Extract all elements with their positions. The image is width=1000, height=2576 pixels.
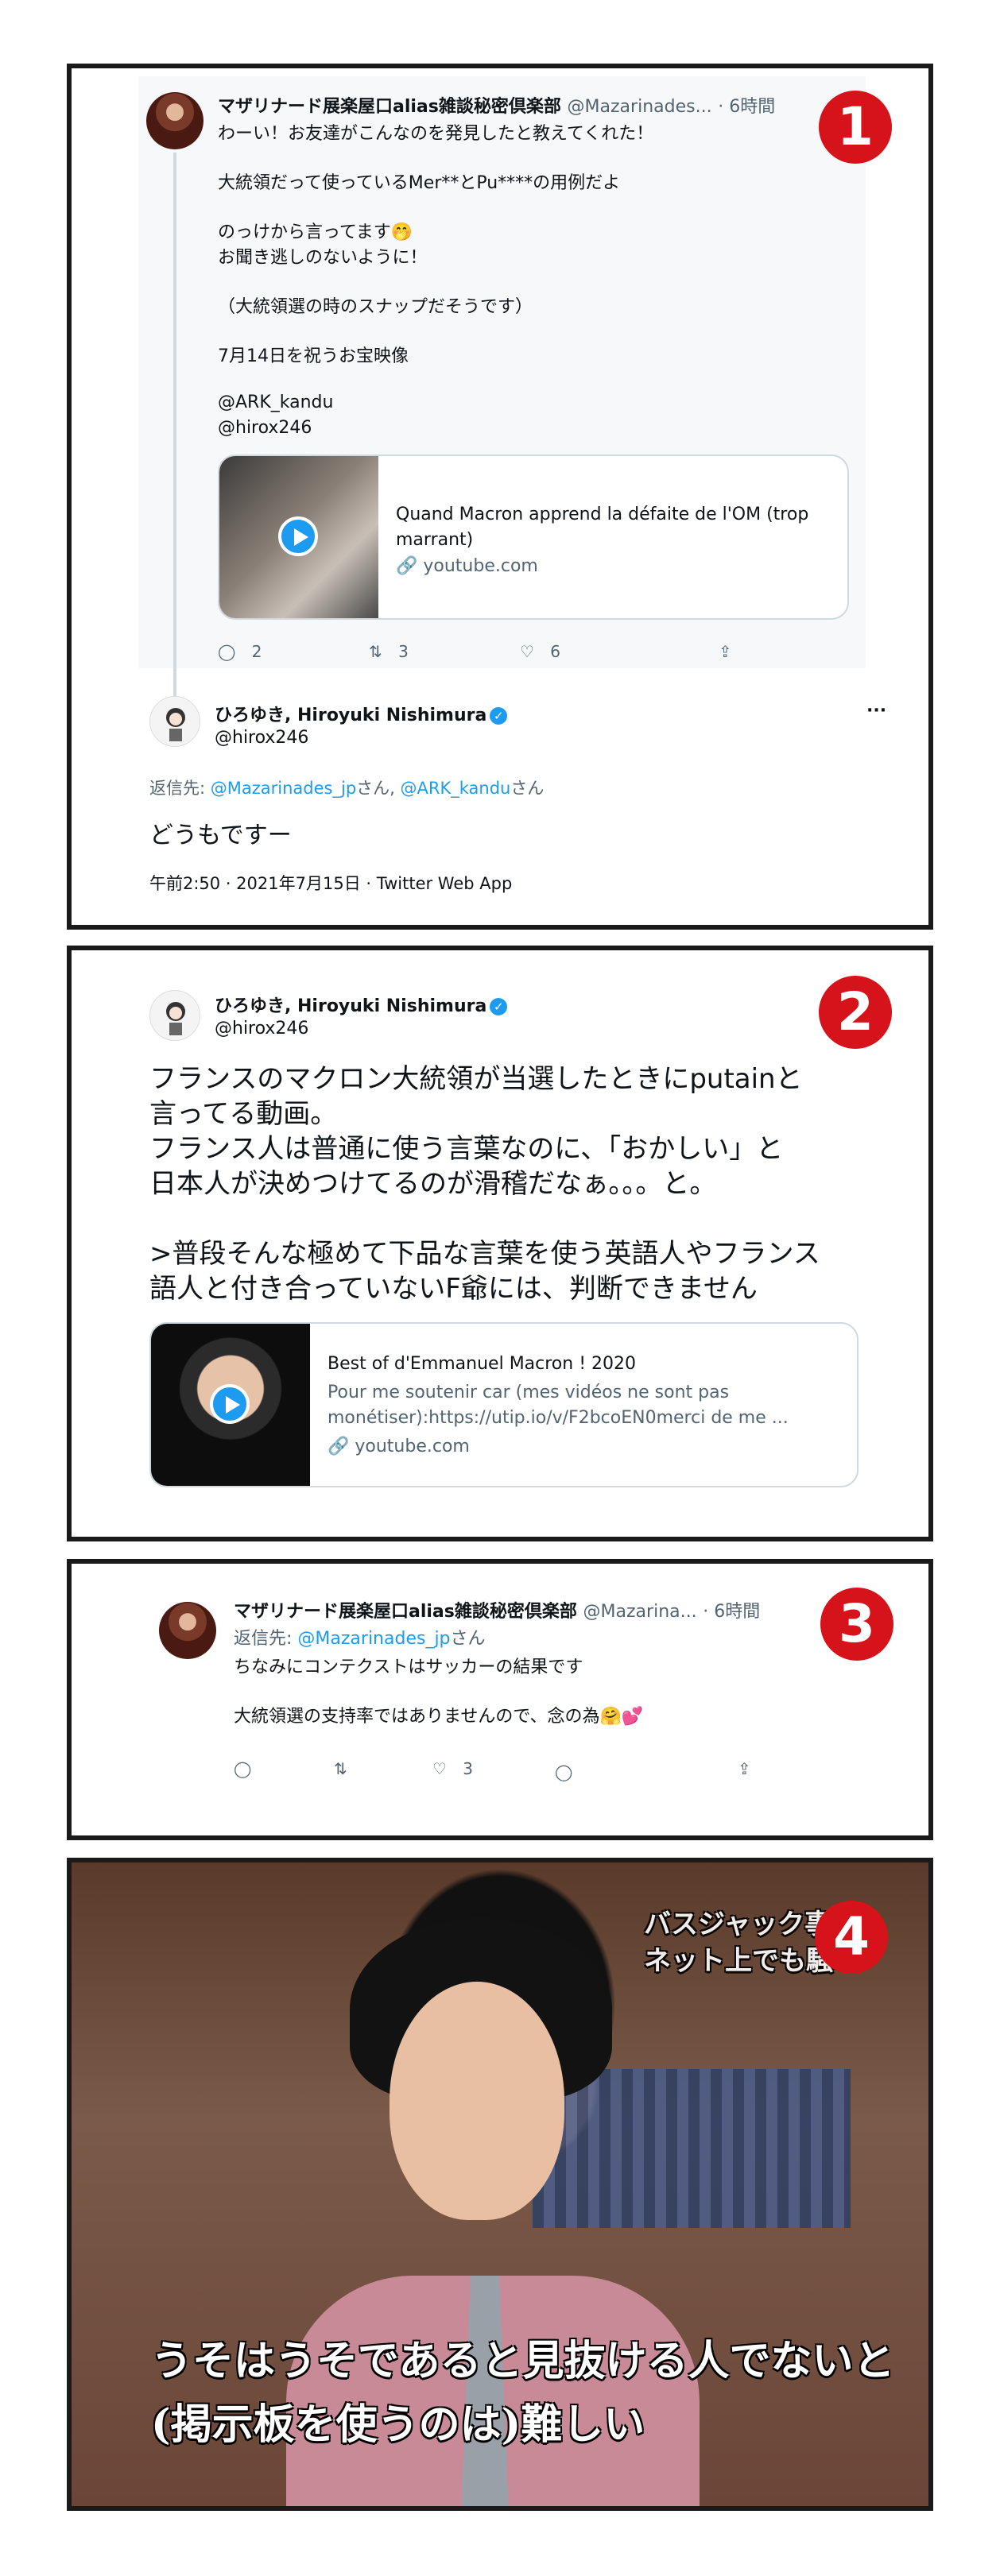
share-button[interactable]: ⇪ — [719, 642, 732, 661]
reply-icon: ◯ — [218, 642, 236, 661]
verified-badge-icon: ✓ — [490, 707, 508, 725]
author-name[interactable]: マザリナード展楽屋口alias雑談秘密倶楽部 @Mazarina... · 6時… — [234, 1597, 760, 1623]
avatar-illustration — [166, 1002, 185, 1035]
like-button[interactable]: ♡ 3 — [432, 1759, 473, 1778]
share-button[interactable]: ⇪ — [738, 1759, 751, 1778]
tweet-line: フランスのマクロン大統領が当選したときにputainと — [149, 1063, 803, 1095]
share-icon: ⇪ — [719, 642, 732, 661]
tweet-line: のっけから言ってます🤭 — [218, 222, 413, 242]
author-name[interactable]: ひろゆき, Hiroyuki Nishimura ✓ — [215, 701, 508, 726]
heart-icon: ♡ — [520, 642, 534, 661]
tweet-line: ちなみにコンテクストはサッカーの結果です — [234, 1657, 583, 1677]
quoted-tweet[interactable]: マザリナード展楽屋口alias雑談秘密倶楽部 @Mazarinades... ·… — [138, 76, 866, 677]
author-handle[interactable]: @hirox246 — [215, 1019, 308, 1039]
share-icon: ⇪ — [738, 1759, 751, 1778]
tweet-line: 日本人が決めつけてるのが滑稽だなぁ。。。と。 — [149, 1168, 717, 1200]
card-description: monétiser):https://utip.io/v/F2bcoEN0mer… — [328, 1408, 789, 1428]
link-card[interactable]: Quand Macron apprend la défaite de l'OM … — [218, 454, 849, 620]
author-handle[interactable]: @Mazarinades... — [568, 97, 712, 117]
author-handle[interactable]: @hirox246 — [215, 728, 308, 748]
link-card[interactable]: Best of d'Emmanuel Macron ! 2020 Pour me… — [149, 1322, 859, 1487]
avatar[interactable] — [149, 696, 200, 747]
tweet-line: 大統領選の支持率ではありませんので、念の為🤗💕 — [234, 1707, 644, 1727]
avatar[interactable] — [149, 990, 200, 1041]
badge-number: 4 — [815, 1901, 888, 1974]
badge-number: 1 — [819, 91, 892, 164]
heart-icon: ♡ — [432, 1759, 447, 1778]
avatar[interactable] — [159, 1602, 216, 1659]
card-domain: 🔗 youtube.com — [396, 556, 538, 576]
panel-3: マザリナード展楽屋口alias雑談秘密倶楽部 @Mazarina... · 6時… — [67, 1559, 933, 1840]
panel-4: バスジャック事件 ネット上でも騒 うそはうそであると見抜ける人でないと (掲示板… — [67, 1858, 933, 2511]
panel-2: ひろゆき, Hiroyuki Nishimura ✓ @hirox246 フランス… — [67, 946, 933, 1541]
panel-1: マザリナード展楽屋口alias雑談秘密倶楽部 @Mazarinades... ·… — [67, 64, 933, 930]
avatar[interactable] — [146, 92, 203, 149]
avatar-illustration — [166, 708, 185, 741]
face-shape — [390, 1982, 564, 2220]
retweet-icon: ⇅ — [369, 642, 382, 661]
mention-link[interactable]: @ARK_kandu — [218, 393, 333, 412]
verified-badge-icon: ✓ — [490, 998, 508, 1015]
reply-to-user[interactable]: @Mazarinades_jp — [211, 779, 356, 798]
reply-icon: ◯ — [234, 1759, 252, 1778]
like-count: 3 — [463, 1759, 474, 1778]
video-thumbnail[interactable] — [219, 456, 378, 618]
author-name[interactable]: ひろゆき, Hiroyuki Nishimura ✓ — [215, 992, 508, 1017]
card-description: Pour me soutenir car (mes vidéos ne sont… — [328, 1383, 730, 1402]
card-title: Best of d'Emmanuel Macron ! 2020 — [328, 1354, 637, 1374]
play-icon[interactable] — [278, 516, 318, 556]
reply-to-user[interactable]: @Mazarinades_jp — [297, 1629, 450, 1649]
tv-caption-top: ネット上でも騒 — [644, 1945, 833, 1977]
reply-button[interactable]: ◯ 2 — [218, 642, 262, 661]
tweet-meta[interactable]: 午前2:50 · 2021年7月15日 · Twitter Web App — [149, 871, 512, 895]
thread-line — [173, 153, 176, 677]
tweet-line: フランス人は普通に使う言葉なのに、「おかしい」と — [149, 1133, 784, 1165]
retweet-count: 3 — [398, 642, 409, 661]
badge-number: 2 — [819, 976, 892, 1049]
tweet-line: 語人と付き合っていないF爺には、判断できません — [149, 1273, 758, 1305]
mention-link[interactable]: @hirox246 — [218, 418, 312, 438]
tweet-line: 7月14日を祝うお宝映像 — [218, 346, 409, 366]
tweet-line: （大統領選の時のスナップだそうです） — [218, 297, 533, 317]
tweet-text: どうもですー — [149, 822, 292, 849]
retweet-button[interactable]: ⇅ 3 — [369, 642, 409, 661]
tweet-time[interactable]: · 6時間 — [718, 97, 775, 117]
author-handle[interactable]: @Mazarina... — [583, 1602, 697, 1622]
reply-to-line: 返信先: @Mazarinades_jpさん — [234, 1629, 486, 1649]
card-domain: 🔗 youtube.com — [328, 1437, 470, 1456]
like-button[interactable]: ♡ 6 — [520, 642, 560, 661]
reply-button[interactable]: ◯ — [234, 1759, 251, 1778]
tweet-line: お聞き逃しのないように！ — [218, 248, 428, 268]
tv-caption: (掲示板を使うのは)難しい — [151, 2400, 645, 2449]
tv-caption: うそはうそであると見抜ける人でないと — [151, 2337, 895, 2385]
card-title: Quand Macron apprend la défaite de l'OM … — [396, 505, 809, 550]
tip-icon: ◯ — [555, 1762, 573, 1781]
author-name[interactable]: マザリナード展楽屋口alias雑談秘密倶楽部 @Mazarinades... ·… — [218, 92, 775, 118]
tweet-line: 大統領だって使っているMer**とPu****の用例だよ — [218, 173, 621, 193]
tweet-line: 言ってる動画。 — [149, 1098, 338, 1130]
retweet-button[interactable]: ⇅ — [334, 1759, 347, 1778]
thread-connector — [173, 677, 176, 696]
like-count: 6 — [550, 642, 561, 661]
reply-count: 2 — [251, 642, 262, 661]
tweet-line: わーい！お友達がこんなのを発見したと教えてくれた！ — [218, 124, 654, 144]
tweet-line: >普段そんな極めて下品な言葉を使う英語人やフランス — [149, 1238, 820, 1270]
reply-to-line: 返信先: @Mazarinades_jpさん, @ARK_kanduさん — [149, 779, 545, 798]
curtain-shape — [533, 2069, 851, 2228]
retweet-icon: ⇅ — [334, 1759, 347, 1778]
badge-number: 3 — [820, 1588, 893, 1661]
reply-to-user[interactable]: @ARK_kandu — [401, 779, 511, 798]
more-menu-icon[interactable]: ··· — [866, 701, 886, 721]
video-thumbnail[interactable] — [151, 1324, 310, 1486]
tweet-time[interactable]: · 6時間 — [703, 1602, 760, 1622]
play-icon[interactable] — [210, 1384, 250, 1424]
tip-button[interactable]: ◯ — [555, 1762, 572, 1781]
